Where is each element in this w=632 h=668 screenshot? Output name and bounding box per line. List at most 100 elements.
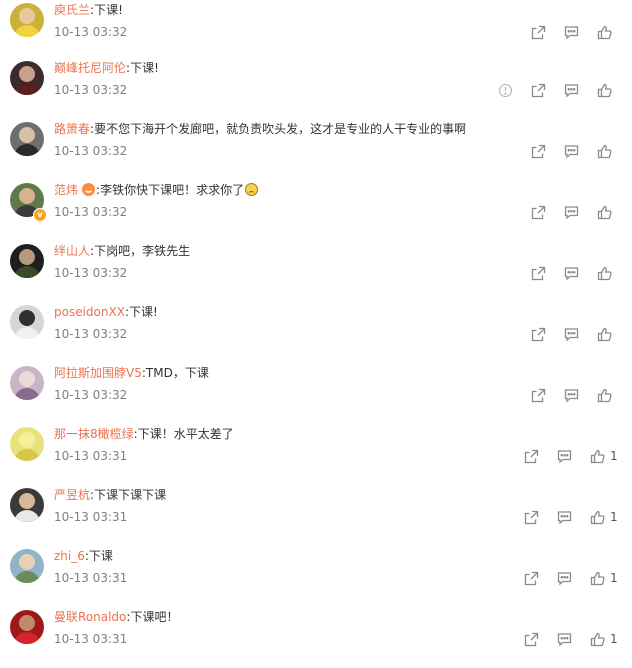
share-icon[interactable]	[531, 25, 546, 40]
share-icon[interactable]	[531, 205, 546, 220]
comment-actions: 1	[506, 447, 618, 465]
comment-content: poseidonXX:下课!	[54, 304, 158, 320]
username-link[interactable]: 严昱杭	[54, 488, 90, 502]
like-icon[interactable]	[590, 571, 605, 586]
like-icon[interactable]	[590, 449, 605, 464]
avatar[interactable]	[10, 366, 44, 400]
comment-text: 下课!	[128, 305, 158, 319]
comment-item: 阿拉斯加围脖V5:TMD，下课 10-13 03:32	[0, 363, 632, 424]
reply-comment-icon[interactable]	[564, 25, 579, 40]
reply-comment-icon[interactable]	[564, 83, 579, 98]
share-icon[interactable]	[531, 144, 546, 159]
comment-actions	[513, 386, 612, 404]
comment-content: 庾氏兰:下课!	[54, 2, 123, 18]
username-link[interactable]: 庾氏兰	[54, 3, 90, 17]
comment-text: 下课吧！	[130, 610, 179, 624]
avatar[interactable]	[10, 610, 44, 644]
comment-time: 10-13 03:32	[54, 266, 128, 280]
username-link[interactable]: 绊山人	[54, 244, 90, 258]
share-icon[interactable]	[524, 571, 539, 586]
username-link[interactable]: 路箫春	[54, 122, 90, 136]
share-icon[interactable]	[531, 83, 546, 98]
like-icon[interactable]	[590, 632, 605, 647]
comment-item: poseidonXX:下课! 10-13 03:32	[0, 302, 632, 363]
avatar[interactable]	[10, 305, 44, 339]
like-icon[interactable]	[590, 510, 605, 525]
like-count: 1	[610, 570, 618, 585]
reply-comment-icon[interactable]	[564, 388, 579, 403]
share-icon[interactable]	[531, 327, 546, 342]
comment-actions: 1	[506, 508, 618, 526]
like-icon[interactable]	[597, 266, 612, 281]
reply-comment-icon[interactable]	[564, 205, 579, 220]
share-icon[interactable]	[524, 632, 539, 647]
share-icon[interactable]	[524, 510, 539, 525]
reply-comment-icon[interactable]	[564, 266, 579, 281]
comment-text: 下课	[88, 549, 113, 563]
like-icon[interactable]	[597, 205, 612, 220]
comment-text: TMD，下课	[145, 366, 209, 380]
username-link[interactable]: 阿拉斯加围脖V5	[54, 366, 142, 380]
comment-item: 严昱杭:下课下课下课 10-13 03:31 1	[0, 485, 632, 546]
username-link[interactable]: poseidonXX	[54, 305, 125, 319]
comment-text: 下课！水平太差了	[137, 427, 234, 441]
comment-item: v 范炜:李铁你快下课吧！求求你了 10-13 03:32	[0, 180, 632, 241]
reply-comment-icon[interactable]	[557, 510, 572, 525]
comment-time: 10-13 03:32	[54, 144, 128, 158]
comment-actions	[513, 264, 612, 282]
comment-actions	[513, 23, 612, 41]
username-link[interactable]: zhi_6	[54, 549, 85, 563]
avatar[interactable]	[10, 549, 44, 583]
like-count: 1	[610, 509, 618, 524]
comment-time: 10-13 03:32	[54, 83, 128, 97]
comment-content: 曼联Ronaldo:下课吧！	[54, 609, 178, 625]
comment-item: 巅峰托尼阿伦:下课! 10-13 03:32	[0, 58, 632, 119]
reply-comment-icon[interactable]	[564, 144, 579, 159]
like-count: 1	[610, 631, 618, 646]
verified-badge-icon: v	[33, 208, 47, 222]
comment-actions: 1	[506, 630, 618, 648]
avatar[interactable]	[10, 244, 44, 278]
comment-time: 10-13 03:32	[54, 205, 128, 219]
like-count: 1	[610, 448, 618, 463]
like-icon[interactable]	[597, 327, 612, 342]
comment-content: zhi_6:下课	[54, 548, 113, 564]
like-icon[interactable]	[597, 144, 612, 159]
avatar[interactable]	[10, 122, 44, 156]
username-link[interactable]: 范炜	[54, 183, 78, 197]
reply-comment-icon[interactable]	[557, 571, 572, 586]
comment-content: 路箫春:要不您下海开个发廊吧，就负责吹头发，这才是专业的人干专业的事啊	[54, 121, 466, 137]
reply-comment-icon[interactable]	[557, 449, 572, 464]
reply-comment-icon[interactable]	[557, 632, 572, 647]
comment-time: 10-13 03:32	[54, 388, 128, 402]
comment-time: 10-13 03:32	[54, 327, 128, 341]
comment-text: 下岗吧，李铁先生	[94, 244, 191, 258]
username-link[interactable]: 曼联Ronaldo	[54, 610, 126, 624]
share-icon[interactable]	[531, 388, 546, 403]
avatar[interactable]	[10, 61, 44, 95]
comment-time: 10-13 03:31	[54, 449, 128, 463]
reply-comment-icon[interactable]	[564, 327, 579, 342]
comment-text: 下课下课下课	[94, 488, 167, 502]
avatar[interactable]	[10, 3, 44, 37]
comment-content: 阿拉斯加围脖V5:TMD，下课	[54, 365, 209, 381]
report-icon[interactable]	[498, 83, 513, 98]
username-link[interactable]: 那一抹8橄榄绿	[54, 427, 134, 441]
avatar[interactable]	[10, 427, 44, 461]
comment-item: 那一抹8橄榄绿:下课！水平太差了 10-13 03:31 1	[0, 424, 632, 485]
like-icon[interactable]	[597, 25, 612, 40]
comment-list: 庾氏兰:下课! 10-13 03:32 巅峰托尼阿伦:下课! 10-13 03:32 路…	[0, 0, 632, 668]
comment-actions	[480, 81, 612, 99]
comment-content: 严昱杭:下课下课下课	[54, 487, 166, 503]
like-icon[interactable]	[597, 83, 612, 98]
comment-item: zhi_6:下课 10-13 03:31 1	[0, 546, 632, 607]
comment-content: 巅峰托尼阿伦:下课!	[54, 60, 159, 76]
share-icon[interactable]	[524, 449, 539, 464]
comment-content: 绊山人:下岗吧，李铁先生	[54, 243, 190, 259]
avatar[interactable]	[10, 488, 44, 522]
username-link[interactable]: 巅峰托尼阿伦	[54, 61, 126, 75]
comment-text: 下课!	[94, 3, 123, 17]
comment-text: 要不您下海开个发廊吧，就负责吹头发，这才是专业的人干专业的事啊	[94, 122, 467, 136]
like-icon[interactable]	[597, 388, 612, 403]
share-icon[interactable]	[531, 266, 546, 281]
